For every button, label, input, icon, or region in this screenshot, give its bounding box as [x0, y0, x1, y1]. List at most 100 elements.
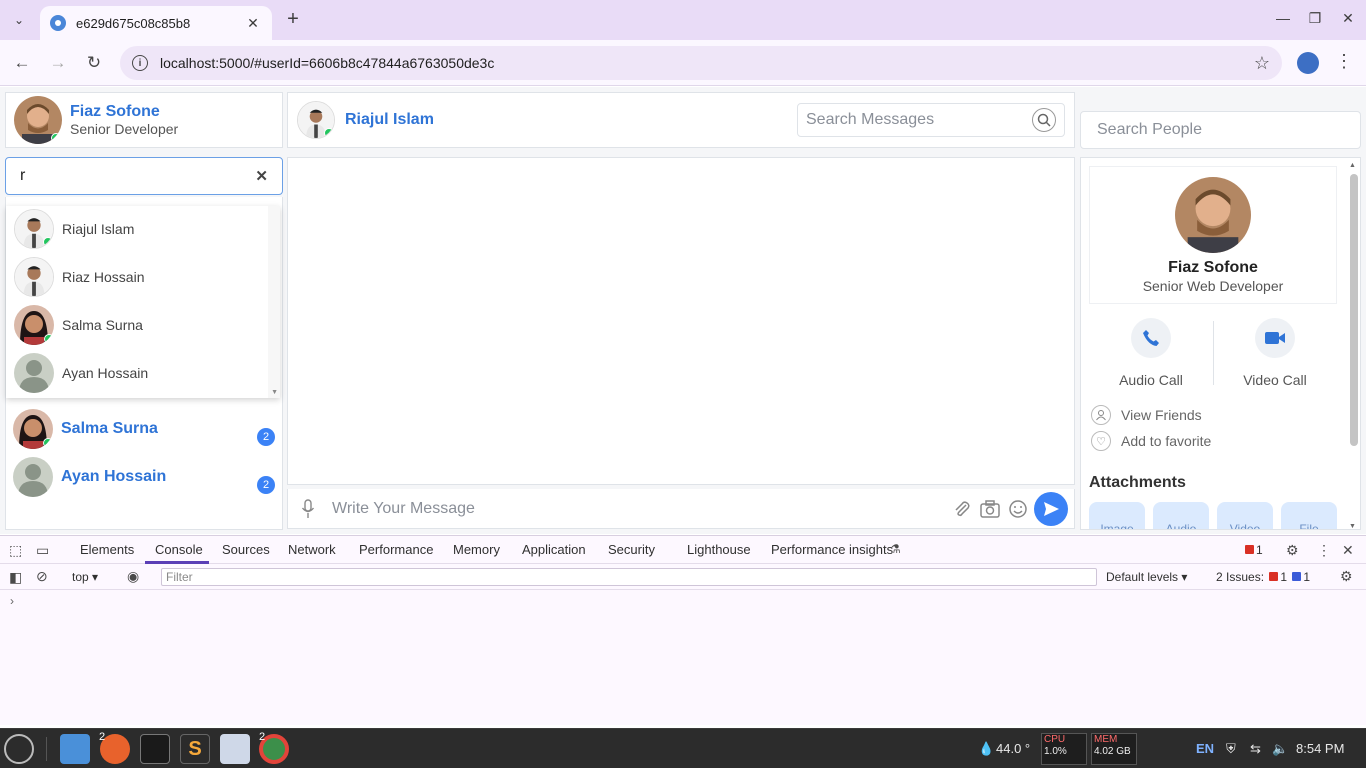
console-settings-gear-icon[interactable]: ⚙ — [1340, 568, 1353, 585]
profile-scrollbar[interactable]: ▲ ▼ — [1348, 162, 1358, 529]
current-user-name: Fiaz Sofone — [70, 103, 160, 120]
online-status-dot — [43, 237, 53, 247]
camera-icon[interactable] — [976, 495, 1004, 523]
video-camera-icon[interactable] — [1255, 318, 1295, 358]
eye-icon[interactable]: ◉ — [127, 568, 139, 585]
add-favorite-link[interactable]: ♡ Add to favorite — [1091, 431, 1211, 451]
address-url[interactable]: localhost:5000/#userId=6606b8c47844a6763… — [160, 55, 1254, 71]
tab-search-chevron-icon[interactable]: ⌄ — [6, 8, 32, 32]
forward-arrow-icon[interactable]: → — [46, 51, 70, 75]
attachment-tab-image[interactable]: Image — [1089, 502, 1145, 529]
attachment-tab-audio[interactable]: Audio — [1153, 502, 1209, 529]
devtools-menu-kebab-icon[interactable]: ⋮ — [1317, 542, 1331, 559]
site-info-icon[interactable]: i — [132, 55, 148, 71]
devtools-tab-performance[interactable]: Performance — [359, 542, 433, 557]
log-levels-dropdown[interactable]: Default levels ▾ — [1106, 570, 1187, 584]
minimize-icon[interactable]: — — [1273, 10, 1293, 26]
devtools-tab-elements[interactable]: Elements — [80, 542, 134, 557]
new-tab-plus-icon[interactable]: + — [282, 8, 304, 32]
dropdown-scrollbar[interactable]: ▼ — [268, 206, 280, 398]
message-input[interactable]: Write Your Message — [332, 500, 948, 518]
devtools-tab-performance-insights[interactable]: Performance insights — [771, 542, 893, 557]
microphone-icon[interactable] — [294, 495, 322, 523]
inspect-element-icon[interactable]: ⬚ — [9, 542, 22, 559]
search-icon[interactable] — [1032, 108, 1056, 132]
devtools-tab-console[interactable]: Console — [155, 542, 203, 557]
address-bar[interactable]: i localhost:5000/#userId=6606b8c47844a67… — [120, 46, 1282, 80]
file-manager-icon[interactable] — [60, 734, 90, 764]
view-friends-link[interactable]: View Friends — [1091, 405, 1202, 425]
contact-search-value[interactable]: r — [20, 167, 255, 185]
scroll-down-arrow-icon[interactable]: ▼ — [271, 389, 278, 396]
profile-avatar-icon[interactable] — [1297, 52, 1319, 74]
issues-summary[interactable]: 2 Issues: 1 1 — [1216, 570, 1310, 584]
water-drop-icon: 💧 — [978, 741, 995, 756]
chat-app: Fiaz Sofone Senior Developer r ✕ 2 Salma… — [0, 87, 1366, 534]
unread-badge: 2 — [257, 476, 275, 494]
people-search-field[interactable]: Search People — [1080, 111, 1361, 149]
clock[interactable]: 8:54 PM — [1296, 741, 1344, 756]
message-search-input[interactable]: Search Messages — [806, 111, 1032, 129]
settings-gear-icon[interactable]: ⚙ — [1286, 542, 1299, 559]
suggestion-item-riajul[interactable]: Riajul Islam — [14, 208, 266, 250]
maximize-icon[interactable]: ❐ — [1305, 10, 1325, 27]
linux-mint-menu-icon[interactable] — [4, 734, 34, 764]
attachment-tab-video[interactable]: Video — [1217, 502, 1273, 529]
video-call-button[interactable]: Video Call — [1220, 318, 1330, 388]
scrollbar-thumb[interactable] — [1350, 174, 1358, 446]
cpu-monitor[interactable]: CPU 1.0% — [1041, 733, 1087, 765]
close-devtools-icon[interactable]: ✕ — [1342, 542, 1354, 559]
console-prompt[interactable]: › — [10, 594, 14, 608]
sublime-text-icon[interactable]: S — [180, 734, 210, 764]
console-filter-input[interactable]: Filter — [161, 568, 1097, 586]
contact-search-input[interactable]: r ✕ — [5, 157, 283, 195]
device-toolbar-icon[interactable]: ▭ — [36, 542, 49, 559]
devtools-tab-network[interactable]: Network — [288, 542, 336, 557]
context-selector[interactable]: top ▾ — [72, 570, 98, 584]
phone-icon[interactable] — [1131, 318, 1171, 358]
browser-menu-kebab-icon[interactable]: ⋮ — [1334, 51, 1354, 72]
devtools-tab-lighthouse[interactable]: Lighthouse — [687, 542, 751, 557]
volume-icon[interactable]: 🔈 — [1272, 741, 1288, 757]
chat-contact-name[interactable]: Riajul Islam — [345, 111, 797, 129]
devtools-tab-security[interactable]: Security — [608, 542, 655, 557]
devtools-tab-sources[interactable]: Sources — [222, 542, 270, 557]
shield-icon[interactable]: ⛨ — [1226, 741, 1236, 757]
close-window-icon[interactable]: ✕ — [1338, 10, 1358, 27]
suggestion-name: Ayan Hossain — [62, 365, 149, 381]
back-arrow-icon[interactable]: ← — [10, 51, 34, 75]
bookmark-star-icon[interactable]: ☆ — [1254, 53, 1270, 74]
devtools-tab-memory[interactable]: Memory — [453, 542, 500, 557]
conversation-item-ayan[interactable]: Ayan Hossain 2 — [13, 455, 275, 499]
keyboard-language[interactable]: EN — [1196, 741, 1214, 756]
emoji-icon[interactable] — [1004, 495, 1032, 523]
scroll-up-arrow-icon[interactable]: ▲ — [1349, 162, 1356, 169]
view-friends-label: View Friends — [1121, 407, 1202, 423]
clear-search-icon[interactable]: ✕ — [255, 167, 268, 185]
memory-monitor[interactable]: MEM 4.02 GB — [1091, 733, 1137, 765]
attachment-tab-file[interactable]: File — [1281, 502, 1337, 529]
browser-tab[interactable]: e629d675c08c85b8 ✕ — [40, 6, 272, 40]
scroll-down-arrow-icon[interactable]: ▼ — [1349, 523, 1356, 529]
paperclip-icon[interactable] — [948, 495, 976, 523]
terminal-icon[interactable] — [140, 734, 170, 764]
suggestion-item-ayan[interactable]: Ayan Hossain — [14, 352, 266, 394]
tab-close-icon[interactable]: ✕ — [244, 15, 262, 32]
audio-call-button[interactable]: Audio Call — [1096, 318, 1206, 388]
people-search-input[interactable]: Search People — [1097, 121, 1202, 139]
suggestion-item-salma[interactable]: Salma Surna — [14, 304, 266, 346]
heart-icon: ♡ — [1091, 431, 1111, 451]
send-button[interactable] — [1034, 491, 1068, 526]
profile-card: Fiaz Sofone Senior Web Developer — [1089, 166, 1337, 304]
text-editor-icon[interactable] — [220, 734, 250, 764]
conversation-item-salma[interactable]: Salma Surna 2 — [13, 407, 275, 451]
clear-console-icon[interactable]: ⊘ — [36, 568, 48, 585]
reload-icon[interactable]: ↻ — [82, 51, 106, 75]
message-search-field[interactable]: Search Messages — [797, 103, 1065, 137]
error-count[interactable]: 1 — [1243, 543, 1263, 557]
sidebar-toggle-icon[interactable]: ◧ — [9, 569, 22, 586]
network-arrows-icon[interactable]: ⇆ — [1250, 741, 1261, 757]
devtools-tab-application[interactable]: Application — [522, 542, 586, 557]
suggestion-item-riaz[interactable]: Riaz Hossain — [14, 256, 266, 298]
current-user-avatar — [14, 96, 62, 144]
